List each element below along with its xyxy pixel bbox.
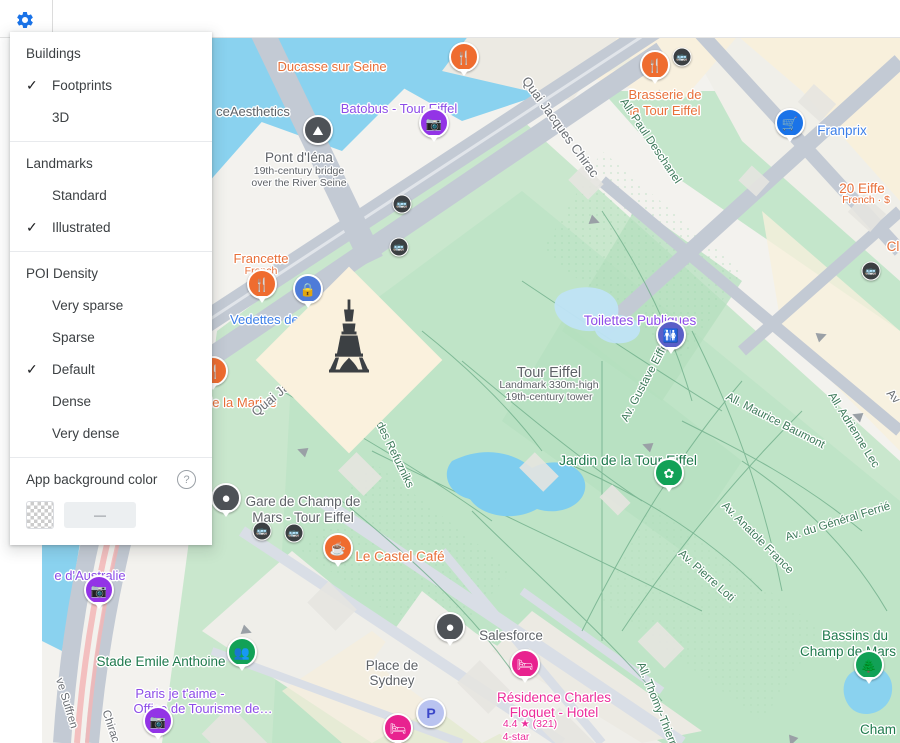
camera-icon: 📷 [149,713,167,729]
boat-pin-vedettes[interactable]: 🔒 [293,274,323,304]
restaurant-pin-francette[interactable]: 🍴 [247,269,277,299]
bus-stop-icon[interactable]: 🚌 [284,523,304,543]
cart-icon: 🛒 [781,115,799,131]
parking-pin[interactable]: P [416,698,446,728]
restaurant-icon: 🍴 [646,57,664,73]
attraction-pin-tourisme[interactable]: 📷 [143,706,173,736]
bus-icon: 🚌 [393,241,405,252]
bus-icon: 🚌 [256,525,268,536]
bed-icon: 🛏 [516,656,534,672]
bus-icon: 🚌 [676,51,688,62]
menu-item-footprints[interactable]: ✓ Footprints [10,69,212,101]
menu-item-3d[interactable]: 3D [10,101,212,133]
restroom-pin-toilettes[interactable]: 🚻 [656,320,686,350]
menu-item-illustrated[interactable]: ✓ Illustrated [10,211,212,243]
menu-item-very-sparse[interactable]: Very sparse [10,289,212,321]
attraction-pin-batobus[interactable]: 📷 [419,108,449,138]
bus-icon: 🚌 [865,265,877,276]
menu-item-very-dense[interactable]: Very dense [10,417,212,449]
bus-stop-icon[interactable]: 🚌 [389,237,409,257]
menu-section-title: Landmarks [26,156,93,171]
park-pin-jardin[interactable]: ✿ [654,458,684,488]
bus-stop-icon[interactable]: 🚌 [861,261,881,281]
menu-item-label: Very sparse [52,297,124,313]
bus-icon: 🚌 [288,527,300,538]
hotel-pin-residence[interactable]: 🛏 [510,649,540,679]
dot-icon: ● [445,618,455,636]
bus-stop-icon[interactable]: 🚌 [252,521,272,541]
bus-stop-icon[interactable]: 🚌 [392,194,412,214]
camera-icon: 📷 [425,115,443,131]
menu-section-title: Buildings [26,46,81,61]
menu-item-label: Footprints [52,77,113,93]
park-pin-bassins[interactable]: 🌲 [854,650,884,680]
station-pin-gare[interactable]: ● [211,483,241,513]
parking-icon: P [426,705,436,721]
menu-item-label: Dense [52,393,92,409]
coffee-icon: ☕ [329,540,347,556]
menu-item-label: Sparse [52,329,95,345]
menu-item-label: Illustrated [52,219,111,235]
menu-item-default[interactable]: ✓ Default [10,353,212,385]
map-settings-menu[interactable]: Buildings ✓ Footprints 3D Landmarks Standard ✓… [10,32,212,545]
bus-icon: 🚌 [396,198,408,209]
bed-icon: 🛏 [389,720,407,736]
restaurant-icon: 🍴 [455,49,473,65]
cafe-pin-castel[interactable]: ☕ [323,533,353,563]
check-icon: ✓ [26,77,38,93]
attraction-pin-australie[interactable]: 📷 [84,575,114,605]
help-icon[interactable]: ? [177,470,196,489]
menu-item-label: 3D [52,109,70,125]
bridge-icon-pont-diena[interactable]: ⛰ [303,115,333,145]
check-icon: ✓ [26,219,38,235]
restroom-icon: 🚻 [662,327,680,343]
app-background-color-section: App background color ? — [10,457,212,545]
flower-icon: ✿ [663,465,675,481]
menu-section-landmarks: Landmarks Standard ✓ Illustrated [10,141,212,251]
check-icon: ✓ [26,361,38,377]
grocery-pin-franprix[interactable]: 🛒 [775,108,805,138]
hotel-pin-secondary[interactable]: 🛏 [383,713,413,743]
bridge-icon: ⛰ [312,122,324,138]
menu-section-buildings: Buildings ✓ Footprints 3D [10,40,212,141]
menu-item-standard[interactable]: Standard [10,179,212,211]
gear-icon[interactable] [14,9,36,31]
menu-item-dense[interactable]: Dense [10,385,212,417]
menu-item-sparse[interactable]: Sparse [10,321,212,353]
menu-item-label: Default [52,361,95,377]
company-pin-salesforce[interactable]: ● [435,612,465,642]
camera-icon: 📷 [90,582,108,598]
menu-section-title: POI Density [26,266,99,281]
restaurant-pin-ducasse[interactable]: 🍴 [449,42,479,72]
menu-item-label: Standard [52,187,107,203]
sports-pin-stade[interactable]: 👥 [227,637,257,667]
eiffel-tower-icon [322,298,376,379]
stadium-icon: 👥 [233,644,251,660]
ferry-icon: 🔒 [299,281,317,297]
bus-stop-icon[interactable]: 🚌 [672,47,692,67]
station-dot-icon: ● [221,489,231,507]
app-background-color-label: App background color [26,472,158,487]
tree-icon: 🌲 [860,657,878,673]
menu-item-label: Very dense [52,425,120,441]
restaurant-pin-brasserie[interactable]: 🍴 [640,50,670,80]
color-value-input[interactable]: — [64,502,136,528]
menu-section-poi-density: POI Density Very sparse Sparse ✓ Default Dens… [10,251,212,457]
restaurant-icon: 🍴 [253,276,271,292]
transparent-swatch[interactable] [26,501,54,529]
